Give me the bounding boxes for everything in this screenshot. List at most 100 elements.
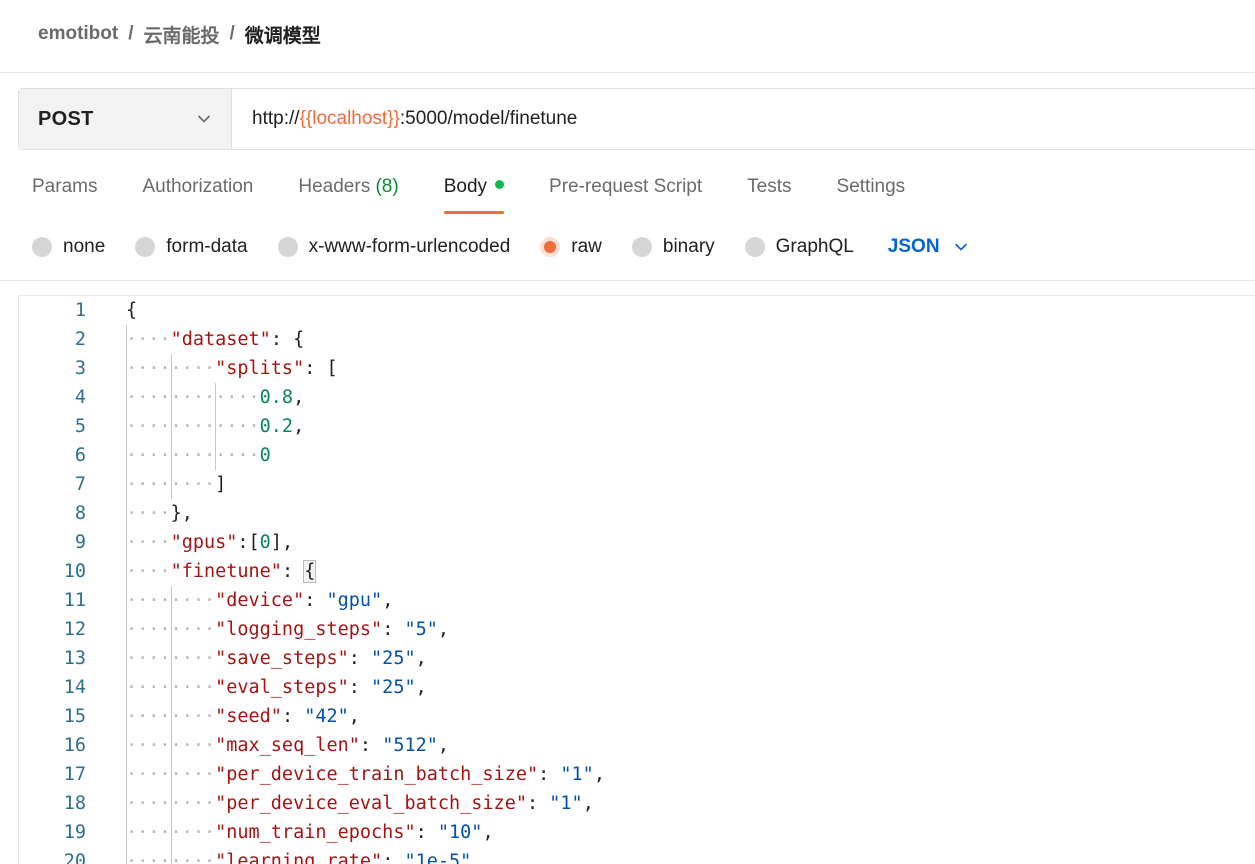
tab-settings[interactable]: Settings (837, 176, 906, 216)
breadcrumb-collection[interactable]: 云南能投 (144, 21, 220, 48)
breadcrumb-workspace[interactable]: emotibot (38, 23, 118, 45)
method-label: POST (38, 107, 94, 130)
whitespace-marker: ········ (126, 358, 216, 379)
tab-authorization[interactable]: Authorization (142, 176, 253, 216)
code-line[interactable]: 14 ········"eval_steps": "25", (19, 673, 1255, 702)
code-line[interactable]: 11 ········"device": "gpu", (19, 586, 1255, 615)
code-text: ········"per_device_train_batch_size": "… (126, 760, 605, 789)
code-token: , (437, 735, 450, 756)
body-option-graphql[interactable]: GraphQL (744, 236, 854, 258)
tab-label: Body (443, 176, 488, 197)
code-line[interactable]: 3 ········"splits": [ (19, 354, 1255, 383)
tab-params[interactable]: Params (32, 176, 97, 216)
radio-button[interactable] (32, 237, 52, 257)
code-text: ········"eval_steps": "25", (126, 673, 427, 702)
language-label: JSON (887, 236, 940, 257)
radio-button[interactable] (135, 237, 156, 257)
breadcrumb-request-name[interactable]: 微调模型 (245, 21, 321, 48)
line-number: 3 (74, 358, 86, 379)
url-input[interactable]: http://{{localhost}}:5000/model/finetune (232, 89, 1255, 149)
code-token: "dataset" (170, 329, 271, 350)
body-type-options: none form-data x-www-form-urlencoded raw… (32, 233, 968, 261)
code-token: "10" (437, 822, 483, 843)
code-token: "25" (371, 648, 416, 669)
code-line[interactable]: 1{ (19, 296, 1255, 325)
code-text: ········"num_train_epochs": "10", (126, 818, 494, 847)
code-line[interactable]: 16 ········"max_seq_len": "512", (19, 731, 1255, 760)
body-language-dropdown[interactable]: JSON (888, 236, 968, 258)
line-number: 1 (74, 300, 86, 321)
body-option-raw[interactable]: raw (540, 236, 602, 258)
options-divider (0, 280, 1255, 281)
code-line[interactable]: 7 ········] (19, 470, 1255, 499)
code-token: , (415, 648, 427, 669)
code-token: , (437, 619, 450, 640)
radio-label: raw (571, 236, 602, 257)
code-line[interactable]: 17 ········"per_device_train_batch_size":… (19, 760, 1255, 789)
code-text: { (126, 296, 137, 325)
code-line[interactable]: 4 ············0.8, (19, 383, 1255, 412)
code-editor[interactable]: 1{2 ····"dataset": {3 ········"splits": [4… (18, 295, 1255, 864)
code-text: ········"learning_rate": "1e-5", (126, 847, 482, 864)
body-option-binary[interactable]: binary (631, 236, 715, 258)
tab-headers[interactable]: Headers (8) (298, 176, 398, 216)
code-text: ············0 (126, 441, 271, 470)
radio-button-selected[interactable] (540, 237, 561, 257)
code-token: : (348, 648, 372, 669)
tab-tests[interactable]: Tests (747, 176, 791, 216)
line-number: 9 (74, 532, 86, 553)
url-prefix: http:// (252, 108, 300, 129)
radio-button[interactable] (277, 237, 298, 257)
tab-label: Authorization (142, 176, 254, 197)
whitespace-marker: ············ (126, 416, 260, 437)
code-token: [ (326, 358, 338, 379)
line-number: 8 (74, 503, 86, 524)
headers-count-badge: (8) (375, 176, 399, 197)
line-number: 19 (63, 822, 86, 843)
code-line[interactable]: 2 ····"dataset": { (19, 325, 1255, 354)
code-token: ] (215, 474, 227, 495)
code-line[interactable]: 18 ········"per_device_eval_batch_size": … (19, 789, 1255, 818)
body-option-urlencoded[interactable]: x-www-form-urlencoded (277, 236, 510, 258)
code-token: "per_device_train_batch_size" (215, 764, 539, 785)
matched-bracket: { (303, 560, 317, 583)
line-number: 6 (74, 445, 86, 466)
code-line[interactable]: 5 ············0.2, (19, 412, 1255, 441)
whitespace-marker: ········ (126, 619, 216, 640)
tab-body[interactable]: Body (443, 176, 505, 216)
method-dropdown[interactable]: POST (19, 89, 232, 149)
body-option-none[interactable]: none (32, 236, 105, 258)
code-token: : (281, 706, 305, 727)
code-token: "eval_steps" (215, 677, 349, 698)
radio-button[interactable] (744, 237, 765, 257)
code-line[interactable]: 9 ····"gpus":[0], (19, 528, 1255, 557)
code-text: ········"save_steps": "25", (126, 644, 427, 673)
code-line[interactable]: 10 ····"finetune": { (19, 557, 1255, 586)
radio-button[interactable] (631, 237, 652, 257)
code-text: ········"splits": [ (126, 354, 338, 383)
code-text: ····"finetune": { (126, 557, 317, 586)
url-variable[interactable]: {{localhost}} (300, 108, 400, 130)
body-option-form-data[interactable]: form-data (135, 236, 248, 258)
code-line[interactable]: 12 ········"logging_steps": "5", (19, 615, 1255, 644)
tab-label: Tests (747, 176, 792, 197)
code-line[interactable]: 13 ········"save_steps": "25", (19, 644, 1255, 673)
code-line[interactable]: 6 ············0 (19, 441, 1255, 470)
code-token: "1e-5" (404, 851, 472, 864)
code-line[interactable]: 20 ········"learning_rate": "1e-5", (19, 847, 1255, 864)
request-bar: POST http://{{localhost}}:5000/model/fin… (18, 88, 1255, 150)
chevron-down-icon (954, 243, 967, 251)
code-text: ········"per_device_eval_batch_size": "1… (126, 789, 594, 818)
tab-pre-request-script[interactable]: Pre-request Script (549, 176, 702, 216)
code-token: : (281, 561, 305, 582)
code-token: , (593, 764, 605, 785)
code-token: , (582, 793, 594, 814)
code-line[interactable]: 15 ········"seed": "42", (19, 702, 1255, 731)
request-tabs: Params Authorization Headers (8) Body Pr… (32, 176, 950, 216)
whitespace-marker: ········ (126, 735, 216, 756)
code-token: "device" (215, 590, 305, 611)
tab-label: Settings (836, 176, 906, 197)
code-line[interactable]: 19 ········"num_train_epochs": "10", (19, 818, 1255, 847)
code-token: "gpus" (170, 532, 238, 553)
code-line[interactable]: 8 ····}, (19, 499, 1255, 528)
